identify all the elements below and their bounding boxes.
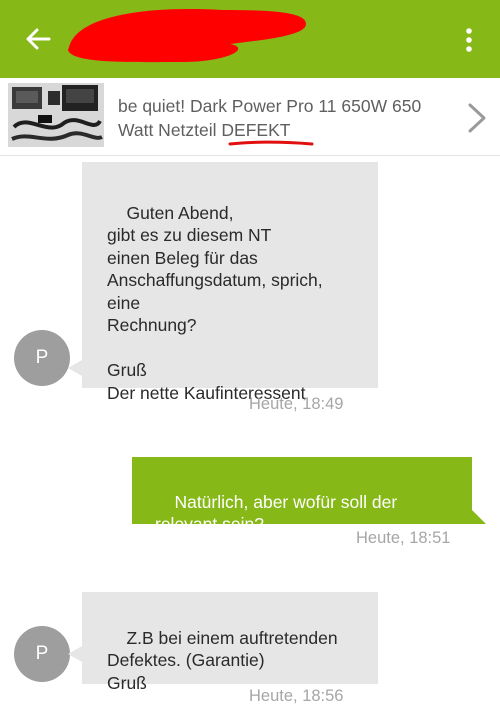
bubble-tail <box>68 360 82 376</box>
message-timestamp: Heute, 18:49 <box>249 395 344 413</box>
red-underline-mark <box>228 140 314 146</box>
message-bubble-outgoing[interactable]: Natürlich, aber wofür soll der relevant … <box>132 457 472 534</box>
bubble-tail <box>470 508 486 524</box>
more-vert-icon <box>466 28 472 52</box>
message-bubble-incoming[interactable]: Guten Abend, gibt es zu diesem NT einen … <box>82 162 378 403</box>
back-arrow-icon <box>26 28 51 50</box>
listing-thumbnail[interactable] <box>8 83 104 147</box>
message-text: Natürlich, aber wofür soll der relevant … <box>155 491 398 535</box>
message-bubble-incoming[interactable]: Z.B bei einem auftretenden Defektes. (Ga… <box>82 592 378 693</box>
chevron-right-icon[interactable] <box>466 102 488 134</box>
listing-title: be quiet! Dark Power Pro 11 650W 650 Wat… <box>118 94 458 142</box>
message-text: Z.B bei einem auftretenden Defektes. (Ga… <box>107 627 338 693</box>
avatar[interactable]: P <box>14 330 70 386</box>
avatar-letter: P <box>35 643 49 664</box>
avatar-letter: P <box>35 347 49 368</box>
message-text: Guten Abend, gibt es zu diesem NT einen … <box>107 202 323 403</box>
avatar[interactable]: P <box>14 626 70 682</box>
chat-thread[interactable]: P Guten Abend, gibt es zu diesem NT eine… <box>0 157 500 719</box>
message-timestamp: Heute, 18:51 <box>356 529 451 547</box>
message-timestamp: Heute, 18:56 <box>249 687 344 705</box>
redacted-title-scribble <box>68 9 306 63</box>
bubble-tail <box>68 646 82 662</box>
back-button[interactable] <box>20 22 56 56</box>
app-bar <box>0 0 500 78</box>
overflow-menu-button[interactable] <box>452 24 486 56</box>
listing-title-highlight: DEFEKT <box>221 120 291 140</box>
